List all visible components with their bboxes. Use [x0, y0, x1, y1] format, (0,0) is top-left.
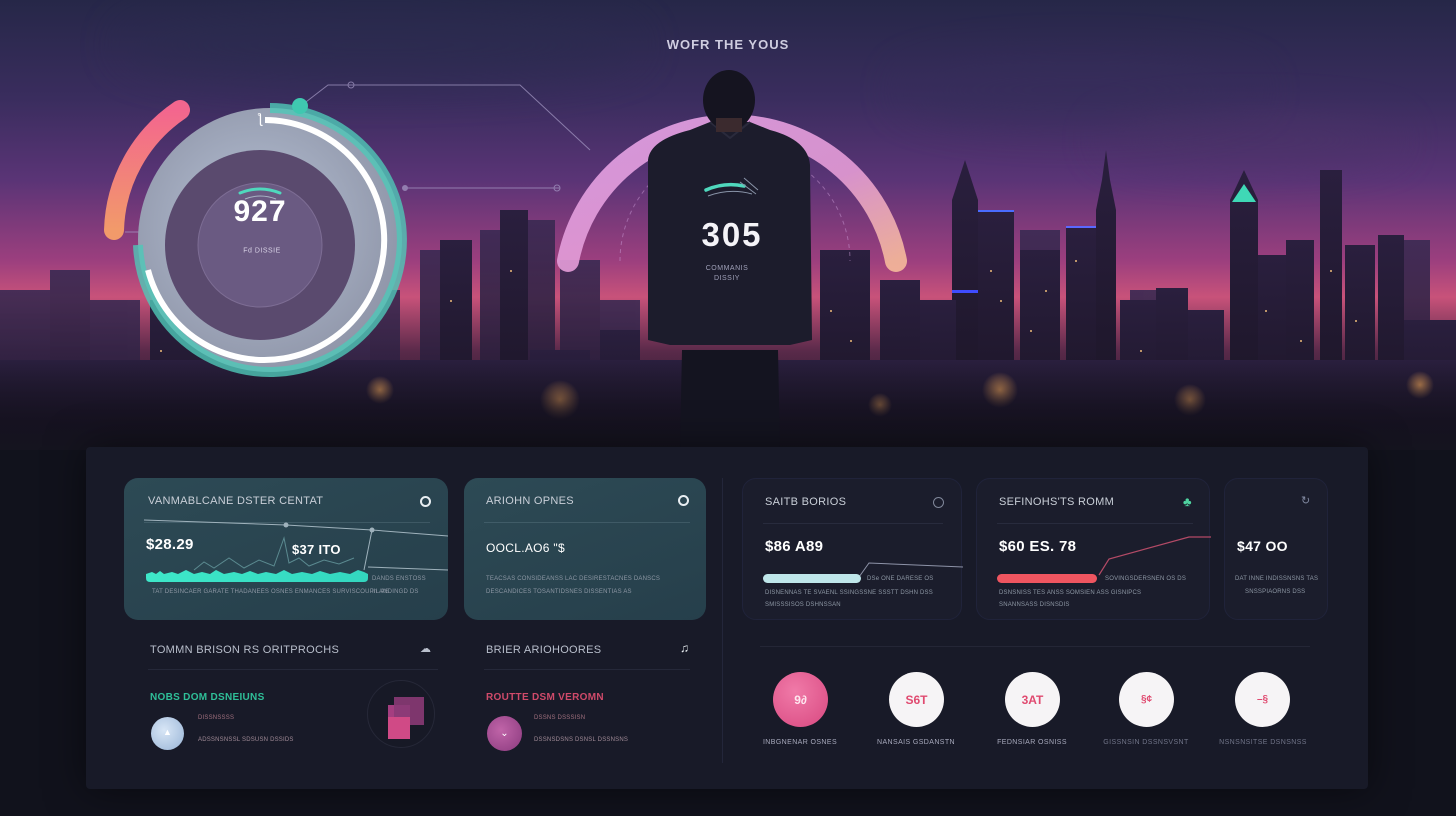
card-footer-text: DSNSNISS TES ANSS SOMSIEN ASS GISNIPCS: [999, 590, 1142, 596]
card-value: OOCL.AO6 "$: [486, 541, 565, 555]
card-amount[interactable]: ↻ $47 OO DAT INNE INDISSNSNS TAS SNSSPIA…: [1224, 478, 1328, 620]
avatar[interactable]: ▲: [151, 717, 184, 750]
action-label: GISSNSIN DSSNSVSNT: [1103, 739, 1189, 746]
person-silhouette: [648, 70, 812, 450]
card-separator: [484, 669, 690, 670]
card-separator: [484, 522, 690, 523]
card-ariohn[interactable]: ARIOHN OPNES OOCL.AO6 "$ TEACSAS CONSIDE…: [464, 478, 706, 620]
card-secondary-value: $37 ITO: [292, 542, 341, 557]
clock-icon[interactable]: [933, 497, 944, 508]
card-footer-text: TAT DESINCAER GARATE THADANEES OSNES ENM…: [152, 589, 390, 595]
action-button-5[interactable]: –§: [1235, 672, 1290, 727]
circle-icon[interactable]: [678, 495, 689, 506]
settings-icon[interactable]: [420, 496, 431, 507]
card-separator: [763, 523, 943, 524]
card-footer-text: SNANNSASS DISNSDIS: [999, 602, 1070, 608]
action-label: FEDNSIAR OSNISS: [997, 739, 1067, 746]
card-footer-text: SNSSPIAORNS DSS: [1245, 589, 1306, 595]
card-trend-line: [1098, 536, 1211, 576]
center-gauge-label-line2: DISSIY: [714, 275, 740, 282]
card-footer-text: DESCANDICES TOSANTIDSNES DISSENTIAS AS: [486, 589, 632, 595]
cloud: [900, 60, 1260, 120]
card-bar: [146, 570, 368, 582]
section-separator: [760, 646, 1310, 647]
card-bar: [997, 574, 1097, 583]
card-side-text: SOVINGSDERSNEN OS DS: [1105, 576, 1187, 582]
panel-divider: [722, 478, 723, 763]
card-title: SAITB BORIOS: [765, 496, 847, 508]
card-sefinohs[interactable]: SEFINOHS'TS ROMM ♣ $60 ES. 78 SOVINGSDER…: [976, 478, 1211, 620]
card-footer-text: SMISSSISOS DSHNSSAN: [765, 602, 841, 608]
card-tommn[interactable]: TOMMN BRISON RS ORITPROCHS ☁ NOBS DOM DS…: [124, 630, 448, 760]
card-vanmablcane[interactable]: VANMABLCANE DSTER CENTAT $28.29 $37 ITO …: [124, 478, 448, 620]
left-gauge: ƪ: [104, 98, 407, 377]
card-saitb[interactable]: SAITB BORIOS $86 A89 DSe ONE DARESE OS D…: [742, 478, 963, 620]
center-gauge-value: 305: [701, 216, 763, 253]
action-button-4[interactable]: §¢: [1119, 672, 1174, 727]
card-line: DSSNSDSNS DSNSL DSSNSNS: [534, 737, 629, 743]
expand-button[interactable]: ⌄: [487, 716, 522, 751]
center-gauge-label-line1: COMMANIS: [705, 265, 749, 272]
action-button-1[interactable]: 9∂: [773, 672, 828, 727]
refresh-icon[interactable]: ↻: [1301, 494, 1310, 507]
card-line: DISSNSSSS: [198, 715, 235, 721]
action-glyph: 9∂: [794, 692, 807, 707]
card-footer-text: DAT INNE INDISSNSNS TAS: [1235, 576, 1319, 582]
card-side-text: DSe ONE DARESE OS: [867, 576, 934, 582]
action-button-3[interactable]: 3AT: [1005, 672, 1060, 727]
card-title: SEFINOHS'TS ROMM: [999, 496, 1115, 508]
card-bar: [763, 574, 861, 583]
action-glyph: S6T: [905, 692, 928, 707]
puzzle-graphic: [367, 680, 435, 748]
action-glyph: §¢: [1140, 694, 1153, 705]
leaf-icon[interactable]: ♣: [1183, 494, 1192, 509]
card-value: $86 A89: [765, 538, 824, 555]
card-title: VANMABLCANE DSTER CENTAT: [148, 495, 324, 507]
card-separator: [997, 523, 1193, 524]
left-gauge-value: 927: [233, 195, 287, 228]
left-gauge-label: Fd DISSIE: [243, 247, 281, 255]
action-button-2[interactable]: S6T: [889, 672, 944, 727]
action-glyph: –§: [1256, 694, 1269, 705]
cloud-icon[interactable]: ☁: [420, 642, 431, 655]
card-subtitle: NOBS DOM DSNEIUNS: [150, 692, 265, 703]
card-title: ARIOHN OPNES: [486, 495, 574, 507]
center-gauge-label: COMMANIS DISSIY: [706, 264, 749, 284]
card-separator: [148, 669, 438, 670]
action-label: NSNSNSITSE DSNSNSS: [1219, 739, 1307, 746]
card-footer-text: TEACSAS CONSIDEANSS LAC DESIRESTACNES DA…: [486, 576, 661, 582]
svg-text:ƪ: ƪ: [257, 110, 263, 126]
card-footer-text: DISNENNAS TE SVAENL SSINGSSNE SSSTT DSHN…: [765, 590, 933, 596]
card-subtitle: ROUTTE DSM VEROMN: [486, 692, 604, 703]
chevron-down-icon: ⌄: [500, 728, 509, 739]
hero-title: WOFR THE YOUS: [666, 37, 790, 52]
card-value: $28.29: [146, 536, 194, 553]
card-title: TOMMN BRISON RS ORITPROCHS: [150, 644, 340, 656]
action-label: NANSAIS GSDANSTN: [877, 739, 955, 746]
card-line: DSSNS DSSSISN: [534, 715, 586, 721]
avatar-icon: ▲: [163, 727, 172, 737]
card-line: ADSSNSNSSL SDSUSN DSSIDS: [198, 737, 294, 743]
card-title: BRIER ARIOHOORES: [486, 644, 602, 656]
card-value: $47 OO: [1237, 538, 1288, 554]
puzzle-piece: [388, 717, 410, 739]
card-brier[interactable]: BRIER ARIOHOORES ♫ ROUTTE DSM VEROMN ⌄ D…: [464, 630, 706, 760]
bell-icon[interactable]: ♫: [680, 641, 689, 655]
action-glyph: 3AT: [1021, 692, 1044, 707]
card-side-text: DANDS ENSTOSS: [372, 576, 426, 582]
action-label: INBGNENAR OSNES: [762, 739, 838, 746]
card-side-text: In ANDINGD DS: [372, 589, 419, 595]
